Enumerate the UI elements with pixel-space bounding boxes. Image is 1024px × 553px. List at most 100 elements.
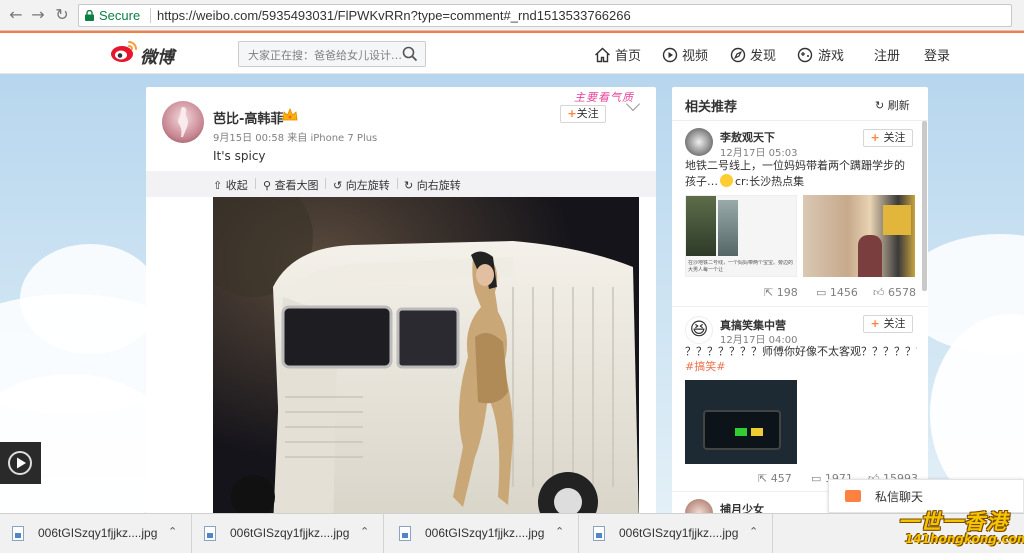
like-count[interactable]: 👍︎ 6578 xyxy=(873,286,916,299)
view-large-button[interactable]: ⚲ 查看大图 xyxy=(263,177,319,193)
image-toolbar: ⇧ 收起 ⚲ 查看大图 ↺ 向左旋转 ↻ 向右旋转 xyxy=(146,171,656,197)
sign-shape xyxy=(883,205,911,235)
chevron-up-icon[interactable]: ⌃ xyxy=(360,525,369,538)
nav-home[interactable]: 首页 xyxy=(594,45,641,64)
recommend-time: 12月17日 05:03 xyxy=(720,148,798,159)
reload-icon[interactable]: ↻ xyxy=(52,5,72,25)
arrow-right-icon[interactable]: → xyxy=(28,5,48,25)
nav-game-label: 游戏 xyxy=(818,49,845,64)
thumbnail[interactable]: 在沙地铁二号线，一个妈妈带两个宝宝。旁边的大男人每一个让 xyxy=(685,195,797,277)
view-large-label: 查看大图 xyxy=(274,179,319,192)
search-input[interactable]: 大家正在搜：爸爸给女儿设计… xyxy=(248,47,402,63)
thumbnail[interactable] xyxy=(685,380,797,464)
like-value: 6578 xyxy=(888,286,916,299)
follow-button[interactable]: +关注 xyxy=(560,105,606,123)
post-card: 芭比-高韩菲 9月15日 00:58 来自 iPhone 7 Plus It's… xyxy=(146,87,656,527)
follow-button[interactable]: + 关注 xyxy=(863,315,913,333)
rotate-left-button[interactable]: ↺ 向左旋转 xyxy=(333,177,390,193)
chevron-up-icon[interactable]: ⌃ xyxy=(168,525,177,538)
browser-toolbar: ← → ↻ Secure https://weibo.com/593549303… xyxy=(0,0,1024,31)
refresh-icon: ↻ xyxy=(875,99,888,112)
collapse-button[interactable]: ⇧ 收起 xyxy=(213,177,248,193)
repost-value: 457 xyxy=(770,472,792,485)
download-item[interactable]: 006tGISzqy1fjjkz....jpg ⌃ xyxy=(387,514,579,553)
plus-icon: + xyxy=(567,107,577,120)
game-icon xyxy=(797,47,813,63)
follow-label: 关注 xyxy=(576,107,599,120)
smile-emoji-icon xyxy=(720,174,733,187)
repost-count[interactable]: ⇱ 457 xyxy=(758,472,792,485)
photo-image xyxy=(213,197,639,527)
repost-icon: ⇱ xyxy=(764,286,777,299)
message-label: 私信聊天 xyxy=(875,490,924,504)
follow-label: 关注 xyxy=(883,317,906,330)
post-meta: 9月15日 00:58 来自 iPhone 7 Plus xyxy=(213,133,378,144)
url-text[interactable]: https://weibo.com/5935493031/FlPWKvRRn?t… xyxy=(157,8,631,23)
collapse-icon: ⇧ xyxy=(213,179,226,192)
chevron-up-icon[interactable]: ⌃ xyxy=(555,525,564,538)
rotate-right-label: 向右旋转 xyxy=(416,179,461,192)
logo-text[interactable]: 微博 xyxy=(140,43,174,68)
follow-button[interactable]: + 关注 xyxy=(863,129,913,147)
refresh-label: 刷新 xyxy=(887,99,910,112)
plus-icon: + xyxy=(870,131,884,144)
divider xyxy=(672,120,928,121)
rotate-left-label: 向左旋转 xyxy=(345,179,390,192)
download-filename: 006tGISzqy1fjjkz....jpg xyxy=(425,526,545,540)
secure-label: Secure xyxy=(99,8,141,23)
nav-discover[interactable]: 发现 xyxy=(730,45,776,64)
nav-video[interactable]: 视频 xyxy=(662,45,708,64)
sticker-text: 主要看气质 xyxy=(574,91,634,104)
register-link[interactable]: 注册 xyxy=(874,45,900,64)
image-file-icon xyxy=(204,526,216,541)
collapse-label: 收起 xyxy=(225,179,248,192)
like-icon: 👍︎ xyxy=(873,286,888,299)
vip-crown-icon[interactable] xyxy=(282,108,298,122)
thumbnail[interactable] xyxy=(803,195,915,277)
download-item[interactable]: 006tGISzqy1fjjkz....jpg ⌃ xyxy=(192,514,384,553)
image-file-icon xyxy=(399,526,411,541)
recommend-name[interactable]: 李敖观天下 xyxy=(720,129,775,145)
recommend-text: ？？？？？？？师傅你好像不太客观？？？？？？ xyxy=(685,345,917,358)
login-link[interactable]: 登录 xyxy=(924,45,950,64)
username[interactable]: 芭比-高韩菲 xyxy=(213,108,283,127)
nav-home-label: 首页 xyxy=(615,49,642,64)
download-filename: 006tGISzqy1fjjkz....jpg xyxy=(38,526,158,540)
play-icon xyxy=(8,451,32,475)
discover-icon xyxy=(730,47,746,63)
search-box[interactable]: 大家正在搜：爸爸给女儿设计… xyxy=(238,41,426,67)
plus-icon: + xyxy=(870,317,884,330)
topic-link[interactable]: #搞笑# xyxy=(685,359,725,375)
nav-game[interactable]: 游戏 xyxy=(796,45,844,64)
message-icon xyxy=(845,490,861,502)
scrollbar[interactable] xyxy=(922,121,927,291)
recommend-text: 地铁二号线上，一位妈妈带着两个蹒跚学步的孩子… cr:长沙热点集 xyxy=(685,158,913,190)
repost-count[interactable]: ⇱ 198 xyxy=(764,286,798,299)
avatar[interactable] xyxy=(162,101,204,143)
lock-icon xyxy=(85,10,94,21)
download-item[interactable]: 006tGISzqy1fjjkz....jpg ⌃ xyxy=(581,514,773,553)
address-bar[interactable]: Secure https://weibo.com/5935493031/FlPW… xyxy=(78,4,1012,27)
avatar[interactable]: 😆 xyxy=(685,316,713,344)
recommend-panel: 相关推荐 ↻ 刷新 李敖观天下 12月17日 05:03 + 关注 地铁二号线上… xyxy=(672,87,928,527)
comment-icon: ▭ xyxy=(816,286,830,299)
chevron-up-icon[interactable]: ⌃ xyxy=(749,525,758,538)
refresh-button[interactable]: ↻ 刷新 xyxy=(875,97,910,113)
arrow-left-icon[interactable]: ← xyxy=(6,5,26,25)
address-divider xyxy=(150,8,151,23)
repost-value: 198 xyxy=(776,286,798,299)
weibo-logo-icon[interactable] xyxy=(110,39,138,63)
search-icon[interactable] xyxy=(402,46,418,62)
post-photo[interactable] xyxy=(213,197,639,527)
nav-video-label: 视频 xyxy=(682,49,709,64)
thumbnail-caption: 在沙地铁二号线，一个妈妈带两个宝宝。旁边的大男人每一个让 xyxy=(688,260,794,273)
repost-icon: ⇱ xyxy=(758,472,771,485)
comment-value: 1456 xyxy=(829,286,858,299)
avatar[interactable] xyxy=(685,128,713,156)
avatar-figure-icon xyxy=(178,107,188,137)
comment-count[interactable]: ▭ 1456 xyxy=(816,286,858,299)
play-video-button[interactable] xyxy=(0,442,41,484)
rotate-right-button[interactable]: ↻ 向右旋转 xyxy=(404,177,461,193)
nav-discover-label: 发现 xyxy=(750,49,777,64)
download-item[interactable]: 006tGISzqy1fjjkz....jpg ⌃ xyxy=(0,514,192,553)
